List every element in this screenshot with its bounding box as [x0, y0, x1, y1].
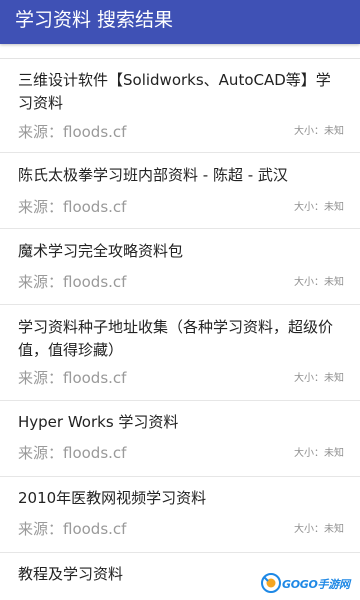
- result-title: 陈氏太极拳学习班内部资料 - 陈超 - 武汉: [18, 166, 288, 184]
- result-source: 来源：floods.cf: [18, 520, 127, 538]
- result-title: Hyper Works 学习资料: [18, 413, 179, 431]
- result-size: 大小：未知: [294, 126, 344, 137]
- list-item[interactable]: 三维设计软件【Solidworks、AutoCAD等】学习资料 来源：flood…: [0, 59, 360, 153]
- list-item[interactable]: 陈氏太极拳学习班内部资料 - 陈超 - 武汉 来源：floods.cf 大小：未…: [0, 153, 360, 229]
- result-source: 来源：floods.cf: [18, 123, 127, 141]
- page-title: 学习资料 搜索结果: [15, 9, 174, 31]
- list-item[interactable]: 2010年医教网视频学习资料 来源：floods.cf 大小：未知: [0, 477, 360, 553]
- gogo-logo-icon: [261, 573, 281, 593]
- result-source: 来源：floods.cf: [18, 273, 127, 291]
- list-item[interactable]: 魔术学习完全攻略资料包 来源：floods.cf 大小：未知: [0, 229, 360, 305]
- result-size: 大小：未知: [294, 373, 344, 384]
- watermark-text: GOGO手游网: [282, 578, 350, 591]
- result-source: 来源：floods.cf: [18, 369, 127, 387]
- result-title: 三维设计软件【Solidworks、AutoCAD等】学习资料: [18, 71, 331, 112]
- list-item[interactable]: 学习资料种子地址收集（各种学习资料，超级价值，值得珍藏） 来源：floods.c…: [0, 305, 360, 401]
- result-size: 大小：未知: [294, 448, 344, 459]
- result-title: 学习资料种子地址收集（各种学习资料，超级价值，值得珍藏）: [18, 318, 334, 359]
- result-title: 魔术学习完全攻略资料包: [18, 242, 184, 260]
- watermark-logo: GOGO手游网: [260, 572, 358, 596]
- result-size: 大小：未知: [294, 277, 344, 288]
- result-size: 大小：未知: [294, 524, 344, 535]
- list-item[interactable]: Hyper Works 学习资料 来源：floods.cf 大小：未知: [0, 401, 360, 477]
- result-title: 2010年医教网视频学习资料: [18, 489, 207, 507]
- result-size: 大小：未知: [294, 202, 344, 213]
- result-source: 来源：floods.cf: [18, 198, 127, 216]
- app-bar: 学习资料 搜索结果: [0, 0, 360, 44]
- result-source: 来源：floods.cf: [18, 444, 127, 462]
